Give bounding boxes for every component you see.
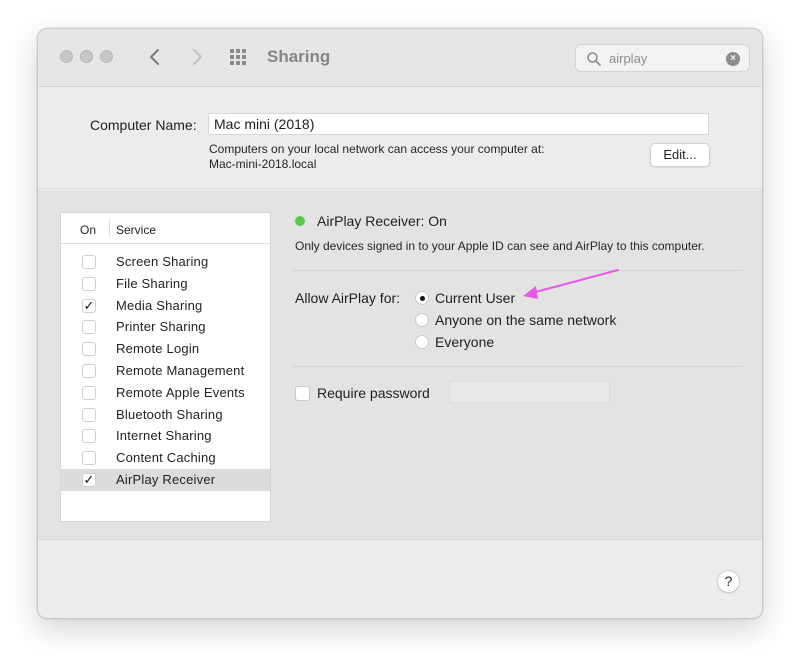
computer-name-label: Computer Name: <box>90 117 197 133</box>
service-name: Remote Apple Events <box>116 384 245 400</box>
local-hostname: Mac-mini-2018.local <box>209 157 317 171</box>
service-list-header: On Service <box>61 213 270 244</box>
service-checkbox[interactable] <box>82 342 96 357</box>
search-icon <box>587 52 601 66</box>
column-divider <box>109 219 110 237</box>
search-input[interactable]: airplay <box>609 51 647 66</box>
close-window-button[interactable] <box>60 50 73 63</box>
local-network-text: Computers on your local network can acce… <box>209 142 545 156</box>
help-button[interactable]: ? <box>717 570 740 593</box>
sharing-pane: On Service Screen Sharing File Sharing ✓ Me… <box>38 190 762 540</box>
on-column-header[interactable]: On <box>80 223 96 237</box>
divider <box>292 366 742 367</box>
service-row[interactable]: File Sharing <box>61 273 270 295</box>
status-indicator-icon <box>295 216 305 226</box>
computer-name-section: Computer Name: Mac mini (2018) Computers… <box>38 88 762 189</box>
service-column-header[interactable]: Service <box>116 223 156 237</box>
zoom-window-button[interactable] <box>100 50 113 63</box>
radio-label[interactable]: Everyone <box>435 334 494 350</box>
radio-button[interactable] <box>415 313 429 327</box>
back-chevron-icon[interactable] <box>144 45 166 69</box>
service-row[interactable]: Content Caching <box>61 447 270 469</box>
sharing-window: Sharing airplay × Computer Name: Mac min… <box>37 28 763 619</box>
service-checkbox[interactable]: ✓ <box>82 298 96 313</box>
service-checkbox[interactable] <box>82 364 96 378</box>
toolbar: Sharing airplay × <box>38 29 762 87</box>
service-checkbox[interactable] <box>82 320 96 335</box>
annotation-arrow <box>523 269 619 299</box>
edit-hostname-button[interactable]: Edit... <box>650 143 710 167</box>
service-row[interactable]: Remote Login <box>61 338 270 360</box>
service-name: Printer Sharing <box>116 319 206 335</box>
service-row[interactable]: Remote Management <box>61 360 270 382</box>
service-name: Content Caching <box>116 450 216 466</box>
show-all-grid-icon[interactable] <box>230 49 250 65</box>
require-password-label: Require password <box>317 385 430 401</box>
service-name: Screen Sharing <box>116 254 209 269</box>
clear-search-icon[interactable]: × <box>726 52 740 66</box>
service-name: Remote Management <box>116 363 245 378</box>
window-title: Sharing <box>267 47 331 66</box>
service-list: On Service Screen Sharing File Sharing ✓ Me… <box>60 212 271 522</box>
computer-name-description: Computers on your local network can acce… <box>209 142 544 172</box>
service-name: Bluetooth Sharing <box>116 406 223 422</box>
password-field[interactable] <box>449 381 610 403</box>
service-row[interactable]: ✓ AirPlay Receiver <box>61 469 270 491</box>
allow-airplay-label: Allow AirPlay for: <box>295 290 401 306</box>
divider <box>292 270 742 271</box>
service-name: File Sharing <box>116 275 188 291</box>
search-field[interactable]: airplay × <box>575 44 750 72</box>
service-name: Remote Login <box>116 341 200 357</box>
radio-button[interactable] <box>415 335 429 349</box>
radio-label[interactable]: Current User <box>435 290 515 306</box>
service-row[interactable]: Internet Sharing <box>61 425 270 447</box>
service-checkbox[interactable] <box>82 451 96 466</box>
service-row[interactable]: Remote Apple Events <box>61 382 270 404</box>
computer-name-field[interactable]: Mac mini (2018) <box>208 113 709 135</box>
service-row[interactable]: Printer Sharing <box>61 316 270 338</box>
service-row[interactable]: Screen Sharing <box>61 251 270 273</box>
service-name: AirPlay Receiver <box>116 472 216 487</box>
service-checkbox[interactable] <box>82 255 96 269</box>
service-description: Only devices signed in to your Apple ID … <box>295 239 705 253</box>
radio-button[interactable] <box>415 291 429 305</box>
require-password-checkbox[interactable] <box>295 386 310 401</box>
service-checkbox[interactable] <box>82 385 96 400</box>
service-name: Media Sharing <box>116 297 203 313</box>
service-row[interactable]: Bluetooth Sharing <box>61 404 270 426</box>
minimize-window-button[interactable] <box>80 50 93 63</box>
service-checkbox[interactable] <box>82 407 96 422</box>
service-checkbox[interactable] <box>82 276 96 291</box>
forward-chevron-icon[interactable] <box>186 45 208 69</box>
service-status: AirPlay Receiver: On <box>317 213 447 229</box>
service-name: Internet Sharing <box>116 428 212 444</box>
service-row[interactable]: ✓ Media Sharing <box>61 295 270 317</box>
service-checkbox[interactable] <box>82 429 96 444</box>
service-checkbox[interactable]: ✓ <box>82 473 96 487</box>
radio-label[interactable]: Anyone on the same network <box>435 312 616 328</box>
